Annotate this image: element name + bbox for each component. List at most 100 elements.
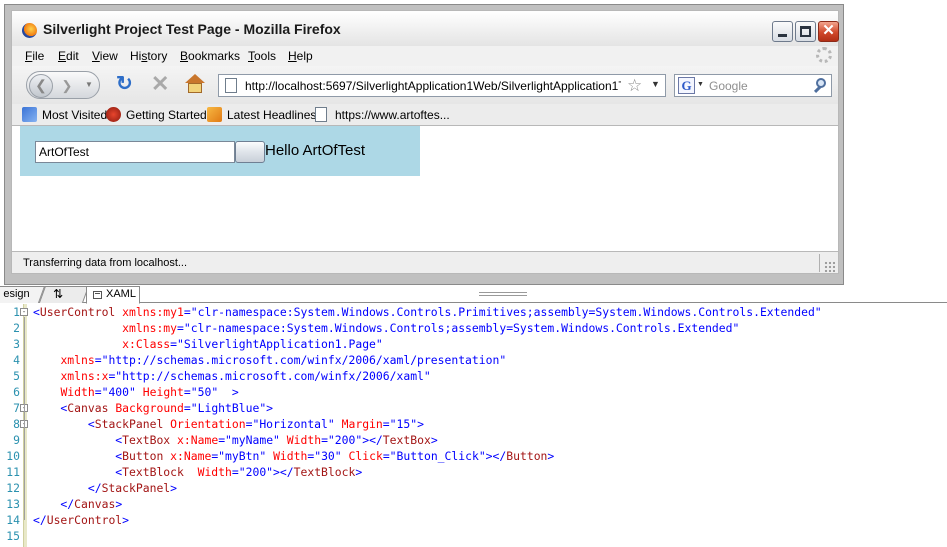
xaml-file-icon xyxy=(93,291,102,299)
line-number: 14 xyxy=(6,513,20,527)
code-token: TextBlock xyxy=(122,465,198,479)
reload-icon: ↻ xyxy=(116,73,133,95)
my-button[interactable] xyxy=(235,141,265,163)
rss-feed-icon xyxy=(207,107,222,122)
swap-panes-button[interactable]: ⇅ xyxy=(38,286,90,303)
splitter-grip-icon[interactable] xyxy=(479,292,527,296)
code-token: < xyxy=(33,449,123,463)
code-text: <StackPanel Orientation="Horizontal" Mar… xyxy=(33,416,424,432)
code-text: <Button x:Name="myBtn" Width="30" Click=… xyxy=(33,448,554,464)
search-input[interactable]: Google xyxy=(709,79,748,93)
code-token: ="Button_Click"></ xyxy=(382,449,507,463)
home-button[interactable] xyxy=(184,74,206,96)
code-token: < xyxy=(33,433,123,447)
line-number: 4 xyxy=(13,353,20,367)
menu-bookmarks[interactable]: Bookmarks xyxy=(180,49,240,63)
resize-grip-icon[interactable] xyxy=(824,261,835,272)
code-token: Width xyxy=(60,385,95,399)
code-token: Width xyxy=(286,433,322,447)
status-divider xyxy=(819,254,820,272)
history-dropdown-button[interactable]: ▼ xyxy=(83,80,95,92)
window-title: Silverlight Project Test Page - Mozilla … xyxy=(43,21,341,37)
code-token: < xyxy=(33,401,68,415)
menu-file-rest: ile xyxy=(32,49,45,63)
code-token: Height xyxy=(142,385,184,399)
minimize-button[interactable] xyxy=(772,21,793,42)
menu-history-rest: tory xyxy=(147,49,168,63)
code-token: Margin xyxy=(341,417,383,431)
code-token: Click xyxy=(348,449,383,463)
swap-icon: ⇅ xyxy=(53,287,64,301)
code-token: UserControl xyxy=(39,305,123,319)
line-number: 2 xyxy=(13,321,20,335)
line-number: 9 xyxy=(13,433,20,447)
tab-design[interactable]: esign xyxy=(0,286,46,303)
tab-xaml-label: XAML xyxy=(106,288,136,300)
title-bar[interactable]: Silverlight Project Test Page - Mozilla … xyxy=(11,10,839,46)
url-dropdown-icon[interactable]: ▼ xyxy=(651,79,660,89)
name-textbox[interactable]: ArtOfTest xyxy=(35,141,235,163)
xaml-code-editor[interactable]: 1- <UserControl xmlns:my1="clr-namespace:… xyxy=(0,304,947,547)
menu-history[interactable]: History xyxy=(130,49,167,63)
code-token: StackPanel xyxy=(101,481,171,495)
menu-help[interactable]: Help xyxy=(288,49,313,63)
google-logo-icon: G xyxy=(678,77,695,94)
back-button[interactable]: ❮ xyxy=(29,74,53,98)
code-token: > xyxy=(115,497,123,511)
code-text: xmlns:x="http://schemas.microsoft.com/wi… xyxy=(33,368,431,384)
code-token: ="50" > xyxy=(183,385,239,399)
menu-bookmarks-key: B xyxy=(180,49,189,63)
line-number: 12 xyxy=(6,481,20,495)
code-token: Width xyxy=(197,465,232,479)
code-token: ="Horizontal" xyxy=(245,417,342,431)
line-number: 13 xyxy=(6,497,20,511)
code-text: Width="400" Height="50" > xyxy=(33,384,239,400)
menu-file[interactable]: File xyxy=(25,49,44,63)
tab-xaml[interactable]: XAML xyxy=(86,286,140,304)
status-bar: Transferring data from localhost... xyxy=(11,251,839,274)
url-bar[interactable]: http://localhost:5697/SilverlightApplica… xyxy=(218,74,666,97)
code-token: StackPanel xyxy=(94,417,171,431)
code-token: Width xyxy=(273,449,308,463)
code-token: TextBlock xyxy=(293,465,356,479)
search-engine-selector[interactable]: G ▼ xyxy=(678,77,704,94)
url-input[interactable]: http://localhost:5697/SilverlightApplica… xyxy=(245,79,621,93)
code-token: Button xyxy=(122,449,171,463)
code-token: ="myBtn" xyxy=(211,449,274,463)
forward-arrow-icon: ❯ xyxy=(61,78,73,93)
getting-started-icon xyxy=(106,107,121,122)
code-token: ="LightBlue"> xyxy=(183,401,274,415)
code-token: TextBox xyxy=(122,433,178,447)
reload-button[interactable]: ↻ xyxy=(116,74,133,94)
code-token: ="http://schemas.microsoft.com/winfx/200… xyxy=(108,369,431,383)
chevron-down-icon: ▼ xyxy=(697,81,704,88)
search-bar[interactable]: G ▼ Google xyxy=(674,74,832,97)
home-icon-body xyxy=(188,83,202,93)
code-token: xmlns:my xyxy=(122,321,178,335)
code-text: xmlns="http://schemas.microsoft.com/winf… xyxy=(33,352,506,368)
collapse-icon[interactable]: - xyxy=(20,308,28,316)
menu-edit[interactable]: Edit xyxy=(58,49,79,63)
back-forward-group: ❮ ❯ ▼ xyxy=(26,71,100,99)
forward-button[interactable]: ❯ xyxy=(57,77,77,95)
maximize-icon xyxy=(800,26,811,37)
bookmark-label: Latest Headlines xyxy=(227,108,317,122)
menu-tools[interactable]: Tools xyxy=(248,49,276,63)
close-button[interactable]: ✕ xyxy=(818,21,839,42)
search-button[interactable] xyxy=(813,76,830,95)
screen: Silverlight Project Test Page - Mozilla … xyxy=(0,0,947,547)
maximize-button[interactable] xyxy=(795,21,816,42)
tab-design-label: esign xyxy=(3,288,30,300)
line-number: 7 xyxy=(13,401,20,415)
code-token: xmlns:x xyxy=(60,369,109,383)
menu-view[interactable]: View xyxy=(92,49,118,63)
page-icon xyxy=(315,107,327,122)
code-text: <Canvas Background="LightBlue"> xyxy=(33,400,273,416)
code-text: <TextBlock Width="200"></TextBlock> xyxy=(33,464,362,480)
bookmark-star-icon[interactable]: ☆ xyxy=(627,76,642,95)
stop-button[interactable]: ✕ xyxy=(151,73,169,95)
outline-guide xyxy=(24,429,25,488)
